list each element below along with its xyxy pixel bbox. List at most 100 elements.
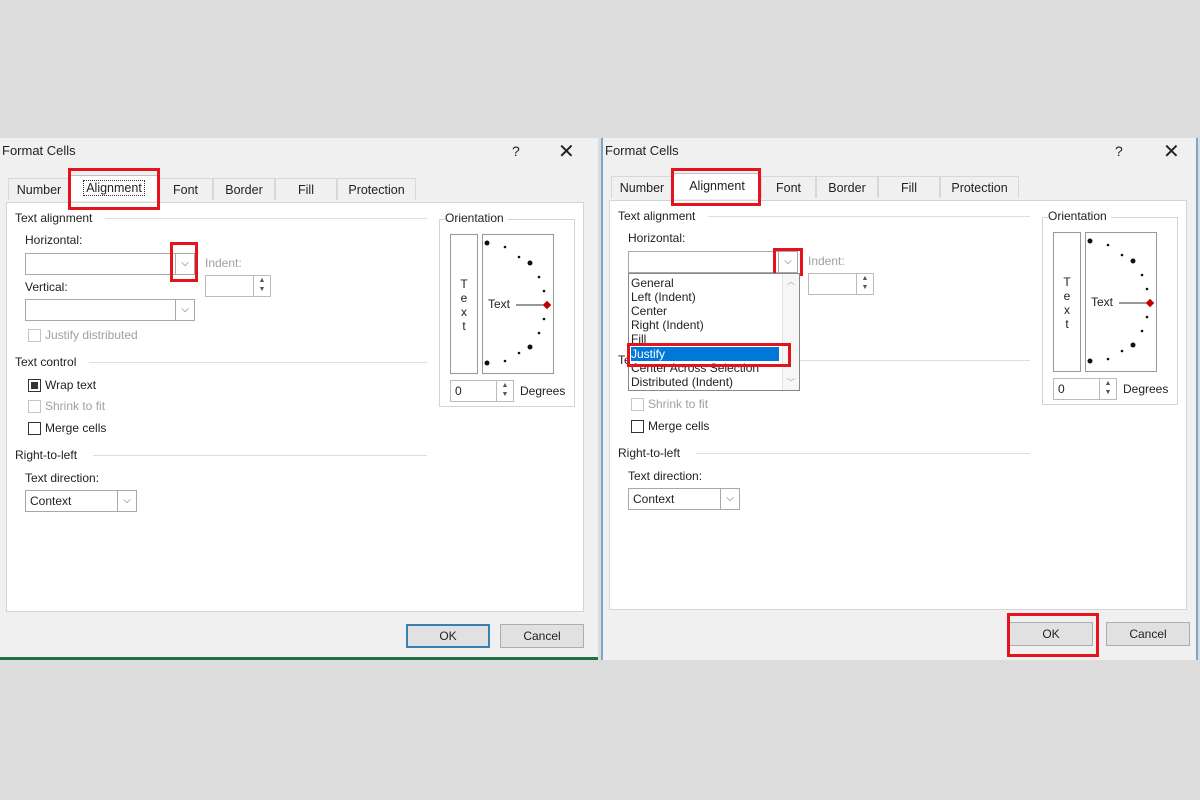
vertical-text-button[interactable]: T e x t	[450, 234, 478, 374]
highlight-horizontal-dropdown	[773, 248, 803, 276]
option-center[interactable]: Center	[631, 304, 667, 318]
divider	[89, 362, 427, 363]
option-left-indent[interactable]: Left (Indent)	[631, 290, 696, 304]
horizontal-options-list: General Left (Indent) Center Right (Inde…	[628, 273, 800, 391]
option-general[interactable]: General	[631, 276, 674, 290]
right-to-left-group-label: Right-to-left	[618, 446, 681, 460]
text-direction-value: Context	[30, 494, 72, 508]
tab-border[interactable]: Border	[816, 176, 878, 198]
justify-distributed-checkbox[interactable]	[28, 329, 41, 342]
text-control-group-label: Text control	[15, 355, 77, 369]
orientation-dial[interactable]: Text	[482, 234, 554, 374]
format-cells-dialog-right: Format Cells ? ✕ Number Alignment Font B…	[601, 138, 1198, 660]
close-icon[interactable]: ✕	[1163, 139, 1180, 164]
tab-font[interactable]: Font	[158, 178, 213, 200]
vertical-letter: T	[1063, 275, 1071, 289]
tab-number[interactable]: Number	[8, 178, 70, 200]
orientation-box: T e x t Text 0 ▲ ▼ Degrees	[1042, 217, 1178, 405]
cancel-button[interactable]: Cancel	[500, 624, 584, 648]
degrees-spinner[interactable]: 0 ▲ ▼	[1053, 378, 1117, 400]
close-icon[interactable]: ✕	[558, 139, 575, 164]
orientation-group-label: Orientation	[1048, 209, 1111, 223]
spinner-arrows-icon[interactable]: ▲ ▼	[856, 274, 873, 294]
ok-button[interactable]: OK	[406, 624, 490, 648]
option-distributed-indent[interactable]: Distributed (Indent)	[631, 375, 733, 389]
orientation-box: T e x t Text 0 ▲ ▼ Degrees	[439, 219, 575, 407]
text-direction-select[interactable]: Context ⌵	[25, 490, 137, 512]
vertical-letter: e	[1063, 289, 1071, 303]
highlight-ok-button	[1007, 613, 1099, 657]
vertical-text-button[interactable]: T e x t	[1053, 232, 1081, 372]
vertical-letter: x	[461, 305, 467, 319]
orientation-text-label: Text	[488, 297, 511, 311]
merge-cells-checkbox[interactable]	[631, 420, 644, 433]
highlight-alignment-tab	[671, 168, 761, 206]
degrees-spinner[interactable]: 0 ▲ ▼	[450, 380, 514, 402]
scroll-down-icon[interactable]: ﹀	[783, 377, 799, 388]
cancel-button[interactable]: Cancel	[1106, 622, 1190, 646]
option-right-indent[interactable]: Right (Indent)	[631, 318, 704, 332]
spinner-arrows-icon[interactable]: ▲ ▼	[253, 276, 270, 296]
wrap-text-checkbox[interactable]	[28, 379, 41, 392]
degrees-label: Degrees	[1123, 382, 1169, 396]
tab-border[interactable]: Border	[213, 178, 275, 200]
tab-font[interactable]: Font	[761, 176, 816, 198]
vertical-letter: T	[460, 277, 468, 291]
merge-cells-checkbox[interactable]	[28, 422, 41, 435]
chevron-down-icon[interactable]: ⌵	[720, 489, 739, 509]
help-icon[interactable]: ?	[512, 143, 520, 159]
alignment-pane: Text alignment Horizontal: ⌵ Indent: ▲ ▼ …	[6, 202, 584, 612]
indent-label: Indent:	[205, 256, 242, 270]
dialog-title: Format Cells	[2, 143, 76, 158]
text-direction-label: Text direction:	[25, 471, 100, 485]
shrink-to-fit-label: Shrink to fit	[648, 397, 709, 411]
text-direction-value: Context	[633, 492, 675, 506]
tab-fill[interactable]: Fill	[878, 176, 940, 198]
vertical-label: Vertical:	[25, 280, 68, 294]
orientation-group-label: Orientation	[445, 211, 508, 225]
vertical-letter: t	[462, 319, 466, 333]
spinner-arrows-icon[interactable]: ▲ ▼	[1099, 379, 1116, 399]
tab-protection[interactable]: Protection	[337, 178, 416, 200]
divider	[696, 453, 1030, 454]
horizontal-label: Horizontal:	[628, 231, 686, 245]
merge-cells-label: Merge cells	[648, 419, 710, 433]
divider	[93, 455, 427, 456]
shrink-to-fit-checkbox[interactable]	[631, 398, 644, 411]
text-alignment-group-label: Text alignment	[15, 211, 93, 225]
indent-spinner[interactable]: ▲ ▼	[205, 275, 271, 297]
vertical-letter: t	[1065, 317, 1069, 331]
right-to-left-group-label: Right-to-left	[15, 448, 78, 462]
justify-distributed-label: Justify distributed	[45, 328, 138, 342]
wrap-text-label: Wrap text	[45, 378, 97, 392]
tab-fill[interactable]: Fill	[275, 178, 337, 200]
help-icon[interactable]: ?	[1115, 143, 1123, 159]
indent-spinner[interactable]: ▲ ▼	[808, 273, 874, 295]
text-direction-label: Text direction:	[628, 469, 703, 483]
tab-protection[interactable]: Protection	[940, 176, 1019, 198]
highlight-justify-option	[627, 343, 791, 367]
divider	[708, 216, 1030, 217]
dialog-title: Format Cells	[605, 143, 679, 158]
chevron-down-icon[interactable]: ⌵	[117, 491, 136, 511]
orientation-dial[interactable]: Text	[1085, 232, 1157, 372]
vertical-select[interactable]: ⌵	[25, 299, 195, 321]
orientation-text-label: Text	[1091, 295, 1114, 309]
highlight-horizontal-dropdown	[170, 242, 198, 282]
list-scrollbar[interactable]: ︿ ﹀	[782, 274, 799, 390]
merge-cells-label: Merge cells	[45, 421, 107, 435]
format-cells-dialog-left: Format Cells ? ✕ Number Alignment Font B…	[0, 138, 598, 660]
divider	[105, 218, 427, 219]
vertical-letter: x	[1064, 303, 1070, 317]
shrink-to-fit-checkbox[interactable]	[28, 400, 41, 413]
scroll-up-icon[interactable]: ︿	[783, 276, 799, 287]
degrees-value: 0	[1058, 382, 1065, 396]
degrees-value: 0	[455, 384, 462, 398]
spinner-arrows-icon[interactable]: ▲ ▼	[496, 381, 513, 401]
chevron-down-icon[interactable]: ⌵	[175, 300, 194, 320]
tab-number[interactable]: Number	[611, 176, 673, 198]
horizontal-label: Horizontal:	[25, 233, 83, 247]
text-alignment-group-label: Text alignment	[618, 209, 696, 223]
degrees-label: Degrees	[520, 384, 566, 398]
text-direction-select[interactable]: Context ⌵	[628, 488, 740, 510]
